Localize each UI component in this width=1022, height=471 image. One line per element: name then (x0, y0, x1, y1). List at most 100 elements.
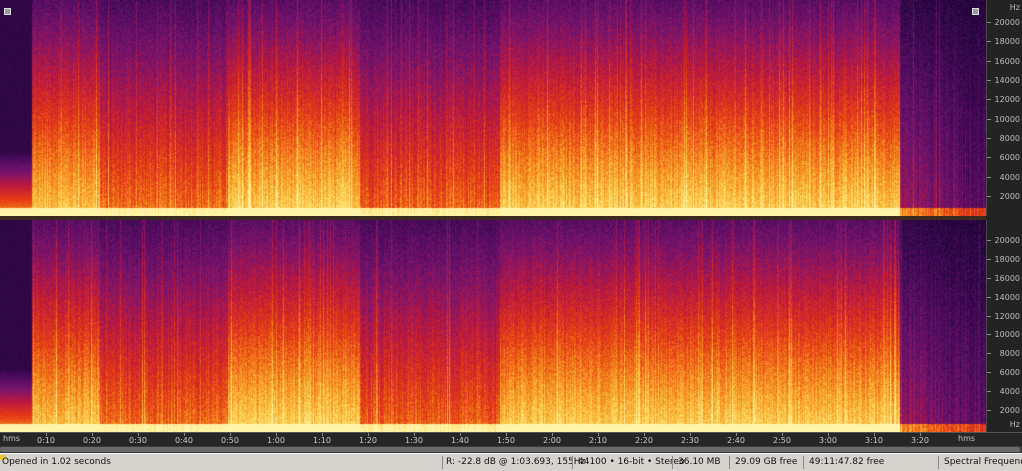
frequency-tick-label: 2000 (999, 406, 1020, 415)
time-unit-left: hms (3, 434, 21, 443)
time-tick-label: 2:40 (727, 436, 745, 445)
time-tick (690, 433, 691, 436)
disk-free: 29.09 GB free (735, 457, 798, 467)
frequency-tick-label: 4000 (999, 172, 1020, 182)
time-tick (552, 433, 553, 436)
frequency-tick (987, 157, 991, 159)
time-tick-label: 1:20 (359, 436, 377, 445)
time-tick (782, 433, 783, 436)
frequency-tick-label: 8000 (999, 349, 1020, 359)
time-tick-label: 1:40 (451, 436, 469, 445)
time-tick (460, 433, 461, 436)
frequency-tick (987, 296, 991, 298)
frequency-tick-label: 16000 (994, 56, 1020, 66)
frequency-tick-label: 14000 (994, 76, 1020, 85)
frequency-tick-label: 20000 (994, 236, 1020, 245)
frequency-tick (987, 60, 991, 62)
time-tick (322, 433, 323, 436)
time-ruler[interactable]: hms hms 0:10 0:20 0:30 0:40 0:50 1:00 1:10 1:20… (0, 432, 1022, 447)
time-tick-label: 2:20 (635, 436, 653, 445)
time-tick (230, 433, 231, 436)
time-tick-label: 2:30 (681, 436, 699, 445)
frequency-ruler-bottom[interactable]: Hz 20000 18000 16000 14000 12000 10000 8000 600… (986, 220, 1022, 432)
spectrogram-left[interactable] (0, 0, 986, 216)
frequency-unit-label-bottom: Hz (1009, 420, 1020, 429)
time-tick-label: 3:20 (911, 436, 929, 445)
time-tick-label: 2:10 (589, 436, 607, 445)
time-tick (920, 433, 921, 436)
frequency-tick (987, 372, 991, 374)
cursor-readout: R: -22.8 dB @ 1:03.693, 155Hz (446, 457, 586, 467)
time-tick-label: 1:50 (497, 436, 515, 445)
frequency-tick (987, 315, 991, 317)
time-tick-label: 1:10 (313, 436, 331, 445)
time-tick (828, 433, 829, 436)
time-tick-label: 0:20 (83, 436, 101, 445)
status-separator (729, 456, 730, 469)
frequency-tick (987, 258, 991, 260)
frequency-tick (987, 80, 991, 81)
time-unit-right: hms (958, 434, 976, 443)
frequency-tick-label: 12000 (994, 311, 1020, 321)
frequency-tick (987, 391, 991, 393)
time-tick (414, 433, 415, 436)
time-tick (184, 433, 185, 436)
time-free: 49:11:47.82 free (809, 457, 885, 467)
time-tick (46, 433, 47, 436)
frequency-tick (987, 334, 991, 336)
frequency-tick (987, 240, 991, 241)
frequency-tick-label: 10000 (994, 330, 1020, 340)
time-tick-label: 0:30 (129, 436, 147, 445)
audio-format: 44100 • 16-bit • Stereo (578, 457, 685, 467)
time-tick-label: 1:00 (267, 436, 285, 445)
status-separator (442, 456, 443, 469)
frequency-ruler-top[interactable]: Hz 20000 18000 16000 14000 12000 10000 8000 600… (986, 0, 1022, 216)
time-tick (736, 433, 737, 436)
frequency-tick-label: 16000 (994, 273, 1020, 283)
frequency-tick (987, 410, 991, 411)
frequency-unit-label: Hz (1009, 3, 1020, 12)
scrollbar-thumb[interactable] (0, 447, 1020, 452)
status-separator (672, 456, 673, 469)
frequency-tick-label: 6000 (999, 368, 1020, 378)
time-tick (368, 433, 369, 436)
time-tick (138, 433, 139, 436)
view-toggle-icon[interactable] (4, 8, 11, 15)
horizontal-scrollbar[interactable] (0, 446, 1022, 453)
frequency-tick (987, 353, 991, 355)
frequency-tick-label: 6000 (999, 153, 1020, 163)
time-tick (92, 433, 93, 436)
frequency-tick (987, 99, 991, 101)
time-tick-label: 3:00 (819, 436, 837, 445)
frequency-tick (987, 196, 991, 197)
view-mode[interactable]: Spectral Frequency (944, 454, 1022, 471)
time-tick-label: 2:00 (543, 436, 561, 445)
time-tick (874, 433, 875, 436)
status-separator (938, 456, 939, 469)
view-toggle-icon[interactable] (972, 8, 979, 15)
frequency-tick-label: 8000 (999, 134, 1020, 143)
spectral-view-right-channel[interactable] (0, 220, 986, 432)
frequency-tick (987, 138, 991, 139)
frequency-tick (987, 41, 991, 43)
frequency-tick (987, 277, 991, 279)
time-tick (276, 433, 277, 436)
frequency-tick-label: 4000 (999, 387, 1020, 397)
status-separator (803, 456, 804, 469)
time-tick (598, 433, 599, 436)
spectrogram-right[interactable] (0, 220, 986, 432)
frequency-tick (987, 118, 991, 120)
status-message: Opened in 1.02 seconds (2, 457, 111, 467)
time-tick-label: 0:10 (37, 436, 55, 445)
frequency-tick-label: 2000 (999, 192, 1020, 201)
audio-editor: Hz 20000 18000 16000 14000 12000 10000 8000 600… (0, 0, 1022, 471)
frequency-tick (987, 176, 991, 178)
time-tick (506, 433, 507, 436)
time-tick-label: 2:50 (773, 436, 791, 445)
frequency-tick-label: 10000 (994, 114, 1020, 124)
time-tick-label: 1:30 (405, 436, 423, 445)
status-separator (572, 456, 573, 469)
spectral-view-left-channel[interactable] (0, 0, 986, 216)
time-tick (644, 433, 645, 436)
time-tick-label: 3:10 (865, 436, 883, 445)
